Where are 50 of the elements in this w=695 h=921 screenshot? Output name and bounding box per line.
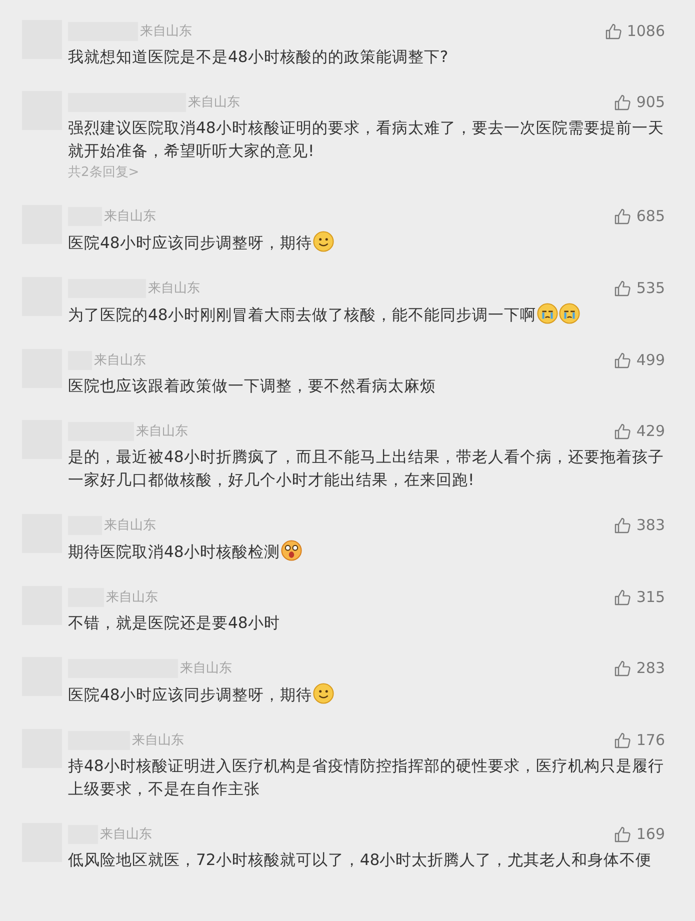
comment-text: 强烈建议医院取消48小时核酸证明的要求，看病太难了，要去一次医院需要提前一天就开始准备，希望听听大家的意见! bbox=[68, 119, 664, 160]
like-button[interactable]: 535 bbox=[614, 279, 665, 297]
thumbs-up-icon bbox=[614, 516, 632, 534]
thumbs-up-icon bbox=[614, 732, 632, 748]
thumbs-up-icon bbox=[614, 94, 632, 110]
thumbs-up-icon bbox=[604, 22, 622, 40]
comment-text: 不错，就是医院还是要48小时 bbox=[68, 614, 280, 632]
smiley-emoji-icon bbox=[312, 683, 334, 704]
comment-text: 医院48小时应该同步调整呀，期待 bbox=[68, 234, 312, 252]
comment-text: 我就想知道医院是不是48小时核酸的的政策能调整下? bbox=[68, 48, 448, 66]
comment-location: 来自山东 bbox=[104, 517, 156, 534]
thumbs-up-icon bbox=[614, 280, 632, 296]
smiley-emoji-icon bbox=[312, 231, 334, 252]
like-button[interactable]: 176 bbox=[614, 731, 665, 749]
thumbs-up-icon bbox=[614, 422, 632, 440]
like-button[interactable]: 1086 bbox=[604, 22, 665, 40]
comment-location: 来自山东 bbox=[136, 423, 188, 440]
comment-location: 来自山东 bbox=[106, 589, 158, 606]
like-button[interactable]: 383 bbox=[614, 516, 665, 534]
comment-location: 来自山东 bbox=[180, 660, 232, 677]
comment-location: 来自山东 bbox=[148, 280, 200, 297]
comment-text: 是的，最近被48小时折腾疯了，而且不能马上出结果，带老人看个病，还要拖着孩子一家好几口都做核酸，好几个小时才能出结果，在来回跑! bbox=[68, 448, 664, 489]
like-button[interactable]: 429 bbox=[614, 422, 665, 440]
crying-emoji-icon bbox=[536, 303, 558, 324]
like-button[interactable]: 499 bbox=[614, 351, 665, 369]
thumbs-up-icon bbox=[614, 588, 632, 606]
thumbs-up-icon bbox=[614, 660, 632, 676]
like-button[interactable]: 169 bbox=[614, 825, 665, 843]
like-button[interactable]: 315 bbox=[614, 588, 665, 606]
like-button[interactable]: 283 bbox=[614, 659, 665, 677]
comment-location: 来自山东 bbox=[100, 826, 152, 843]
comment-text: 持48小时核酸证明进入医疗机构是省疫情防控指挥部的硬性要求，医疗机构只是履行上级要求，不是在自作主张 bbox=[68, 757, 664, 798]
comment-location: 来自山东 bbox=[94, 352, 146, 369]
surprised-emoji-icon bbox=[280, 540, 302, 561]
comment-text: 为了医院的48小时刚刚冒着大雨去做了核酸，能不能同步调一下啊 bbox=[68, 306, 536, 324]
thumbs-up-icon bbox=[614, 826, 632, 842]
thumbs-up-icon bbox=[614, 352, 632, 368]
like-button[interactable]: 685 bbox=[614, 207, 665, 225]
comment-text: 医院也应该跟着政策做一下调整，要不然看病太麻烦 bbox=[68, 377, 436, 395]
replies-link[interactable]: 共2条回复> bbox=[68, 163, 665, 183]
comment-location: 来自山东 bbox=[188, 94, 240, 111]
thumbs-up-icon bbox=[614, 208, 632, 224]
comment-location: 来自山东 bbox=[132, 732, 184, 749]
comment-text: 医院48小时应该同步调整呀，期待 bbox=[68, 686, 312, 704]
comment-location: 来自山东 bbox=[140, 23, 192, 40]
comment-text: 期待医院取消48小时核酸检测 bbox=[68, 543, 280, 561]
comment-text: 低风险地区就医，72小时核酸就可以了，48小时太折腾人了，尤其老人和身体不便 bbox=[68, 851, 652, 869]
crying-emoji-icon bbox=[558, 303, 580, 324]
like-button[interactable]: 905 bbox=[614, 93, 665, 111]
comment-location: 来自山东 bbox=[104, 208, 156, 225]
